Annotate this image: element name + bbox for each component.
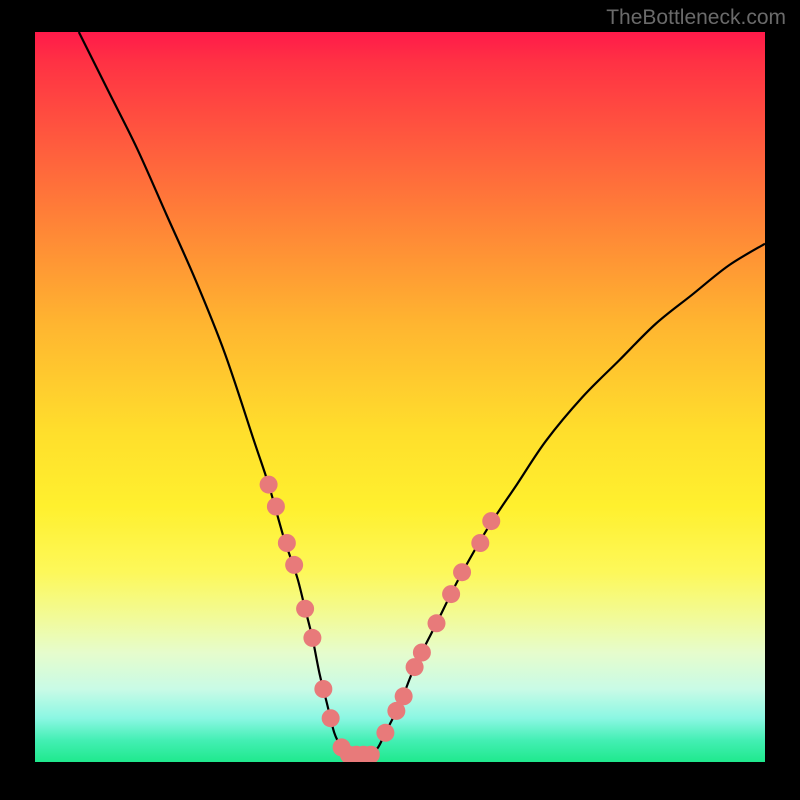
chart-marker: [322, 709, 340, 727]
chart-markers: [260, 476, 501, 762]
chart-marker: [303, 629, 321, 647]
chart-marker: [285, 556, 303, 574]
chart-marker: [395, 687, 413, 705]
chart-marker: [296, 600, 314, 618]
chart-marker: [442, 585, 460, 603]
chart-marker: [314, 680, 332, 698]
chart-marker: [413, 644, 431, 662]
chart-marker: [482, 512, 500, 530]
chart-marker: [471, 534, 489, 552]
chart-marker: [428, 614, 446, 632]
chart-marker: [453, 563, 471, 581]
chart-marker: [278, 534, 296, 552]
chart-svg: [35, 32, 765, 762]
chart-marker: [376, 724, 394, 742]
chart-plot-area: [35, 32, 765, 762]
chart-marker: [267, 498, 285, 516]
watermark-text: TheBottleneck.com: [606, 6, 786, 30]
chart-marker: [260, 476, 278, 494]
